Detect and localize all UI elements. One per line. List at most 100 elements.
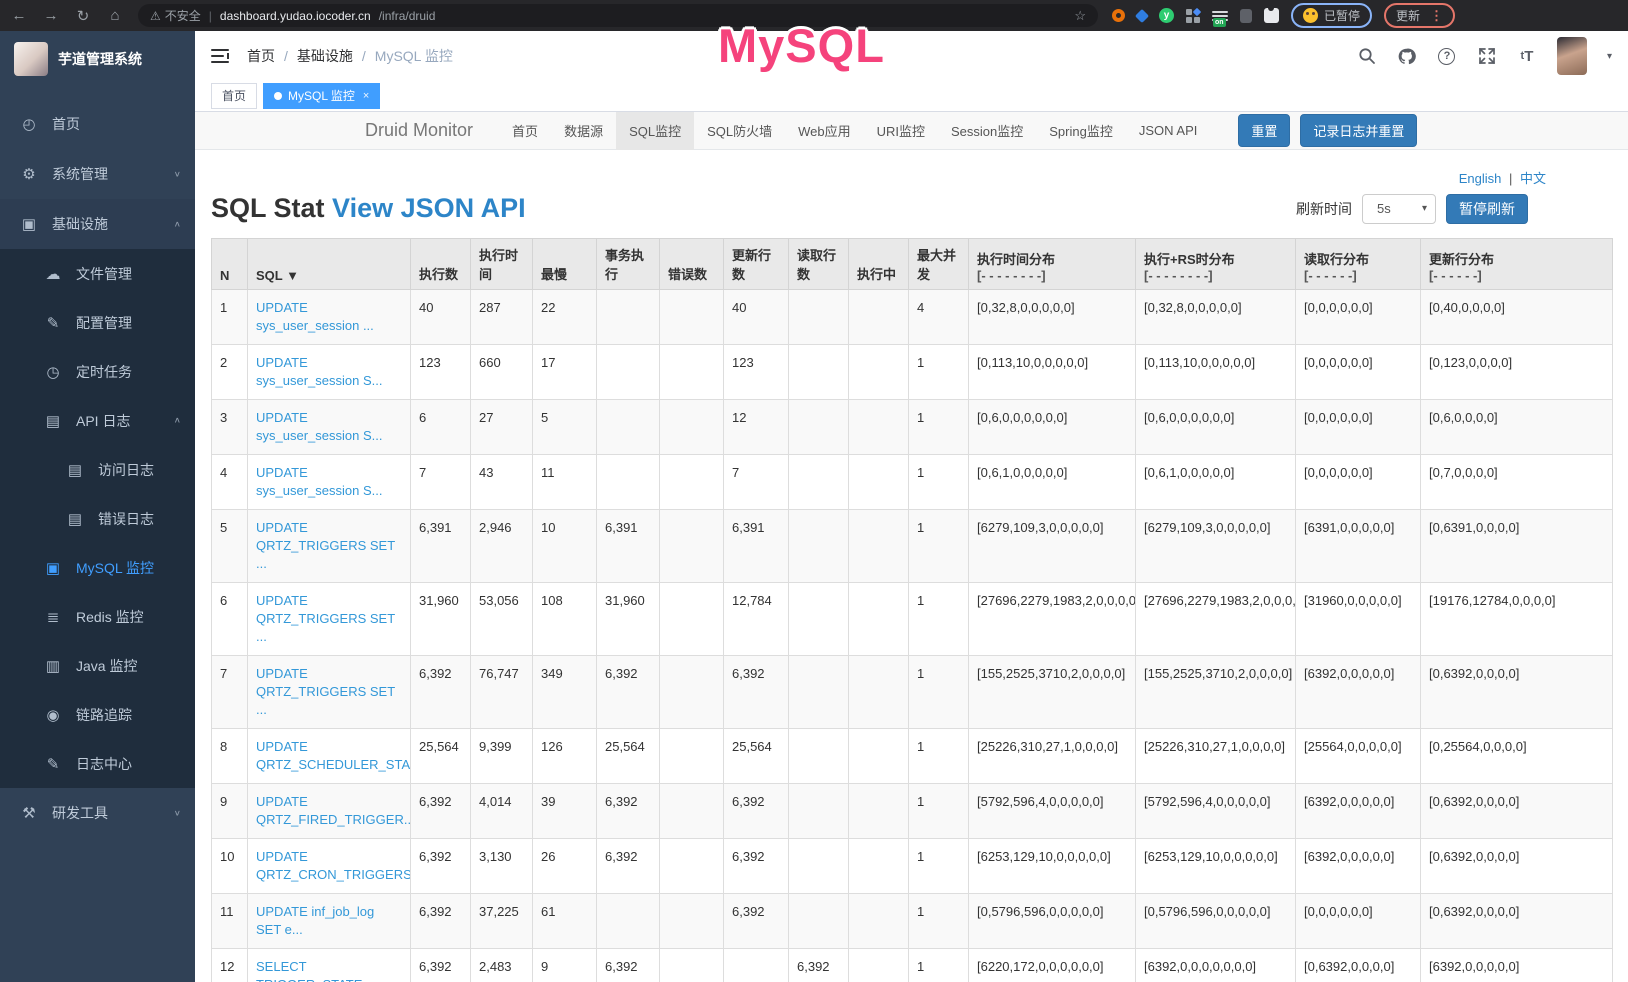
- sidebar-item-error-logs[interactable]: ▤错误日志: [0, 494, 195, 543]
- column-header-n[interactable]: N: [212, 239, 248, 290]
- chevron-down-icon[interactable]: ▾: [1607, 51, 1612, 62]
- extension-list-icon[interactable]: on: [1212, 9, 1228, 23]
- sidebar-item-scheduled-jobs[interactable]: ◷定时任务: [0, 347, 195, 396]
- column-header-errors[interactable]: 错误数: [660, 239, 724, 290]
- home-icon[interactable]: ⌂: [106, 7, 124, 24]
- browser-menu-icon[interactable]: ⋮: [1430, 8, 1443, 24]
- cell-exec_count: 31,960: [411, 583, 471, 656]
- github-icon[interactable]: [1397, 46, 1417, 66]
- column-header-exec_time_dist[interactable]: 执行时间分布[- - - - - - - -]: [969, 239, 1136, 290]
- font-size-icon[interactable]: tT: [1517, 46, 1537, 66]
- tab-首页[interactable]: 首页: [211, 83, 257, 109]
- column-header-sql[interactable]: SQL ▼: [248, 239, 411, 290]
- sql-link[interactable]: UPDATE QRTZ_TRIGGERS SET ...: [256, 520, 395, 571]
- extension-green-icon[interactable]: y: [1159, 8, 1174, 23]
- forward-icon[interactable]: →: [42, 7, 60, 24]
- column-header-fetch_row_dist[interactable]: 读取行分布[- - - - - -]: [1296, 239, 1421, 290]
- druid-nav-item[interactable]: Spring监控: [1036, 112, 1126, 150]
- user-avatar[interactable]: [1557, 37, 1587, 75]
- cell-fetch_row_dist: [0,0,0,0,0,0]: [1296, 400, 1421, 455]
- column-header-exec_count[interactable]: 执行数: [411, 239, 471, 290]
- sql-link[interactable]: UPDATE QRTZ_TRIGGERS SET ...: [256, 666, 395, 717]
- table-row: 5UPDATE QRTZ_TRIGGERS SET ...6,3912,9461…: [212, 510, 1613, 583]
- sidebar-item-java-monitor[interactable]: ▥Java 监控: [0, 641, 195, 690]
- sql-link[interactable]: UPDATE sys_user_session S...: [256, 465, 382, 498]
- extension-gem-icon[interactable]: [1135, 8, 1149, 22]
- column-header-exec_time[interactable]: 执行时间: [471, 239, 533, 290]
- sidebar-logo-row[interactable]: 芋道管理系统: [0, 31, 195, 87]
- sql-link[interactable]: UPDATE QRTZ_FIRED_TRIGGER...: [256, 794, 411, 827]
- sidebar-item-access-logs[interactable]: ▤访问日志: [0, 445, 195, 494]
- druid-brand[interactable]: Druid Monitor: [365, 120, 473, 141]
- column-header-running[interactable]: 执行中: [849, 239, 909, 290]
- sidebar-item-redis-monitor[interactable]: ≣Redis 监控: [0, 592, 195, 641]
- paused-extension-pill[interactable]: 已暂停: [1291, 3, 1372, 28]
- cell-sql: UPDATE sys_user_session ...: [248, 290, 411, 345]
- lang-english-link[interactable]: English: [1459, 171, 1502, 186]
- cell-update_row_dist: [0,6392,0,0,0,0]: [1421, 894, 1613, 949]
- chrome-update-pill[interactable]: 更新 ⋮: [1384, 3, 1455, 28]
- sidebar-item-dev-tools[interactable]: ⚒研发工具∨: [0, 788, 195, 838]
- tab-MySQL 监控[interactable]: MySQL 监控×: [263, 83, 380, 109]
- reload-icon[interactable]: ↻: [74, 7, 92, 25]
- column-header-update_rows[interactable]: 更新行数: [724, 239, 789, 290]
- back-icon[interactable]: ←: [10, 7, 28, 24]
- extension-squares-icon[interactable]: [1186, 9, 1200, 23]
- sql-link[interactable]: UPDATE inf_job_log SET e...: [256, 904, 374, 937]
- refresh-interval-select[interactable]: 5s ▾: [1362, 194, 1436, 224]
- sql-link[interactable]: UPDATE sys_user_session ...: [256, 300, 374, 333]
- tab-close-icon[interactable]: ×: [363, 84, 369, 108]
- sidebar-item-tracing[interactable]: ◉链路追踪: [0, 690, 195, 739]
- druid-nav-item[interactable]: JSON API: [1126, 112, 1211, 150]
- warning-icon: ⚠: [150, 9, 161, 23]
- druid-nav-item[interactable]: 首页: [499, 112, 551, 150]
- cell-slowest: 61: [533, 894, 597, 949]
- reset-button[interactable]: 重置: [1238, 114, 1290, 147]
- sidebar-item-log-center[interactable]: ✎日志中心: [0, 739, 195, 788]
- sql-link[interactable]: UPDATE QRTZ_TRIGGERS SET ...: [256, 593, 395, 644]
- column-header-update_row_dist[interactable]: 更新行分布[- - - - - -]: [1421, 239, 1613, 290]
- cell-n: 8: [212, 729, 248, 784]
- bookmark-star-icon[interactable]: ☆: [1074, 8, 1086, 24]
- druid-nav-item[interactable]: SQL监控: [616, 112, 694, 150]
- druid-nav-item[interactable]: Web应用: [785, 112, 864, 150]
- druid-nav-item[interactable]: SQL防火墙: [694, 112, 785, 150]
- fullscreen-icon[interactable]: [1477, 46, 1497, 66]
- sidebar-item-file-mgmt[interactable]: ☁文件管理: [0, 249, 195, 298]
- log-and-reset-button[interactable]: 记录日志并重置: [1300, 114, 1417, 147]
- column-header-fetch_rows[interactable]: 读取行数: [789, 239, 849, 290]
- extensions-puzzle-icon[interactable]: [1264, 8, 1279, 23]
- column-header-tx_exec[interactable]: 事务执行: [597, 239, 660, 290]
- cell-slowest: 349: [533, 656, 597, 729]
- address-bar[interactable]: ⚠ 不安全 | dashboard.yudao.iocoder.cn /infr…: [138, 4, 1098, 27]
- breadcrumb-item[interactable]: 基础设施: [297, 46, 353, 66]
- column-header-slowest[interactable]: 最慢: [533, 239, 597, 290]
- sql-link[interactable]: SELECT TRIGGER_STATE: [256, 959, 362, 982]
- sidebar-item-mysql-monitor[interactable]: ▣MySQL 监控: [0, 543, 195, 592]
- sidebar-item-config-mgmt[interactable]: ✎配置管理: [0, 298, 195, 347]
- search-icon[interactable]: [1357, 46, 1377, 66]
- sidebar-item-home[interactable]: ◴首页: [0, 99, 195, 149]
- column-header-exec_rs_dist[interactable]: 执行+RS时分布[- - - - - - - -]: [1136, 239, 1296, 290]
- druid-nav-item[interactable]: 数据源: [551, 112, 616, 150]
- sql-link[interactable]: UPDATE sys_user_session S...: [256, 410, 382, 443]
- help-icon[interactable]: ?: [1437, 46, 1457, 66]
- cell-n: 10: [212, 839, 248, 894]
- sql-link[interactable]: UPDATE QRTZ_CRON_TRIGGERS...: [256, 849, 411, 882]
- sidebar-item-infrastructure[interactable]: ▣基础设施∧: [0, 199, 195, 249]
- sql-link[interactable]: UPDATE sys_user_session S...: [256, 355, 382, 388]
- extension-misc-icon[interactable]: [1240, 9, 1252, 23]
- column-header-max_concurrent[interactable]: 最大并发: [909, 239, 969, 290]
- extension-donut-icon[interactable]: [1112, 9, 1125, 22]
- sql-link[interactable]: UPDATE QRTZ_SCHEDULER_STA...: [256, 739, 411, 772]
- sidebar-item-system-mgmt[interactable]: ⚙系统管理∨: [0, 149, 195, 199]
- druid-nav-item[interactable]: URI监控: [864, 112, 938, 150]
- pause-refresh-button[interactable]: 暂停刷新: [1446, 194, 1528, 224]
- druid-nav-item[interactable]: Session监控: [938, 112, 1036, 150]
- not-secure-warning[interactable]: ⚠ 不安全: [150, 7, 201, 24]
- lang-chinese-link[interactable]: 中文: [1520, 171, 1546, 186]
- view-json-api-link[interactable]: View JSON API: [332, 193, 526, 223]
- breadcrumb-item[interactable]: 首页: [247, 46, 275, 66]
- sidebar-item-api-logs[interactable]: ▤API 日志∧: [0, 396, 195, 445]
- menu-fold-icon[interactable]: [211, 49, 229, 63]
